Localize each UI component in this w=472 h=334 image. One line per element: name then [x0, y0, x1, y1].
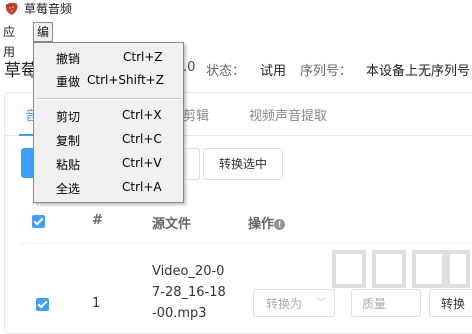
window-title: 草莓音频 — [24, 2, 73, 16]
menu-item-label: 复制 — [56, 134, 81, 148]
menu-item-label: 全选 — [56, 182, 81, 196]
menu-item-shortcut: Ctrl+A — [122, 180, 162, 194]
select-all-checkbox[interactable] — [32, 215, 45, 228]
menu-item-label: 粘贴 — [56, 158, 81, 172]
source-filename: Video_20-07-28_16-18-00.mp3 — [152, 264, 226, 321]
chevron-down-icon: ﹀ — [316, 298, 326, 309]
edit-menu-dropdown: 撤销 Ctrl+Z 重做 Ctrl+Shift+Z 剪切 Ctrl+X 复制 C… — [33, 42, 184, 203]
menu-item-shortcut: Ctrl+C — [122, 132, 162, 146]
header-divider — [21, 243, 472, 244]
watermark-logo-icon — [332, 250, 470, 288]
menu-edit[interactable]: 编辑 — [33, 22, 54, 57]
serial-value: 本设备上无序列号 — [366, 64, 471, 79]
menu-item-paste[interactable]: 粘贴 Ctrl+V — [34, 154, 183, 174]
menu-item-label: 撤销 — [56, 52, 81, 66]
menu-item-select-all[interactable]: 全选 Ctrl+A — [34, 178, 183, 198]
strawberry-logo-icon — [5, 2, 18, 15]
tab-clip[interactable]: 剪辑 — [183, 105, 209, 124]
menu-item-shortcut: Ctrl+Shift+Z — [87, 73, 164, 87]
row-number: 1 — [92, 296, 101, 311]
menu-item-label: 重做 — [56, 75, 81, 89]
menu-item-label: 剪切 — [56, 110, 81, 124]
convert-selected-button[interactable]: 转换选中 — [203, 148, 283, 180]
menu-app[interactable]: 应用 — [0, 22, 18, 59]
serial-label: 序列号： — [300, 64, 353, 79]
menu-item-shortcut: Ctrl+X — [122, 108, 162, 122]
menu-item-shortcut: Ctrl+V — [122, 156, 162, 170]
menu-item-redo[interactable]: 重做 Ctrl+Shift+Z — [34, 71, 183, 91]
menu-item-copy[interactable]: 复制 Ctrl+C — [34, 130, 183, 150]
column-header-source: 源文件 — [152, 217, 192, 232]
status-label: 状态： — [206, 64, 246, 79]
column-header-action: 操作! — [248, 213, 286, 232]
menu-separator — [36, 98, 181, 100]
menu-item-undo[interactable]: 撤销 Ctrl+Z — [34, 48, 183, 68]
status-value: 试用 — [260, 64, 287, 79]
column-header-action-label: 操作 — [248, 217, 275, 232]
menu-item-cut[interactable]: 剪切 Ctrl+X — [34, 106, 183, 126]
toolbar-button[interactable] — [185, 148, 200, 180]
menu-item-shortcut: Ctrl+Z — [123, 50, 163, 64]
column-header-number: # — [92, 213, 103, 228]
info-icon[interactable]: ! — [274, 219, 286, 230]
app-window: 草莓音频 应用 编辑 草莓 .0 状态： 试用 序列号： 本设备上无序列号 音 … — [0, 0, 472, 334]
version-text: .0 — [183, 60, 196, 75]
row-checkbox[interactable] — [36, 298, 49, 311]
convert-format-placeholder: 转换为 — [266, 297, 303, 311]
title-bar: 草莓音频 — [0, 0, 472, 20]
tab-video-audio-extract[interactable]: 视频声音提取 — [249, 105, 327, 124]
